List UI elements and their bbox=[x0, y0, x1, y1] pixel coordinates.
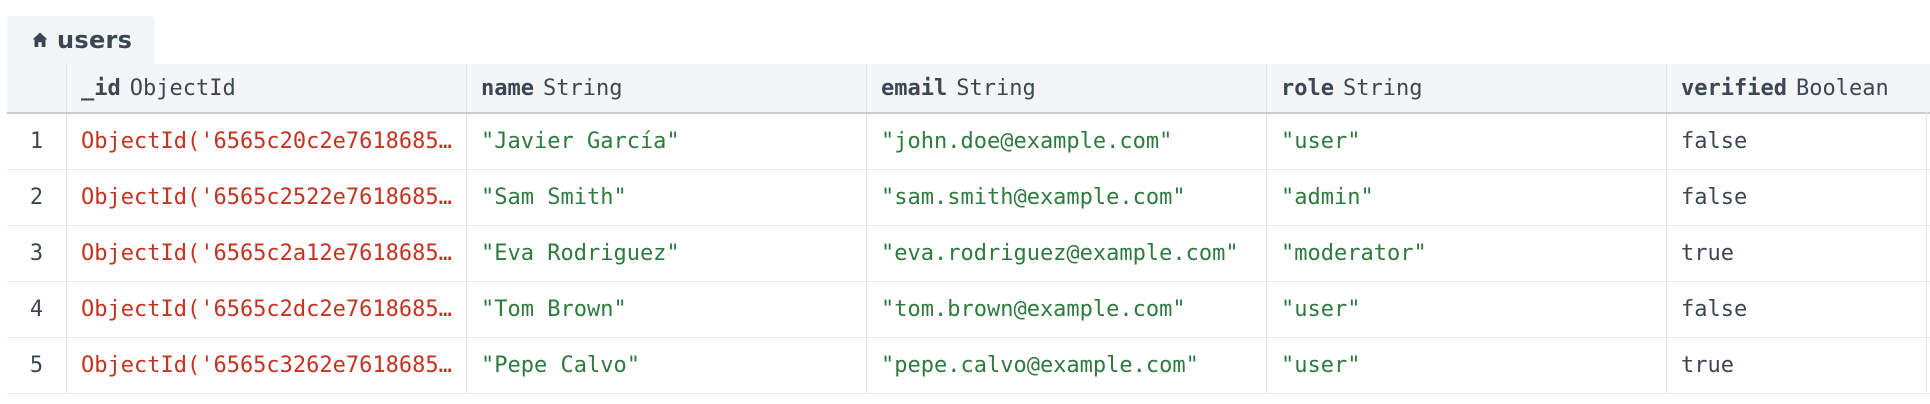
email-cell[interactable]: "eva.rodriguez@example.com" bbox=[867, 226, 1267, 281]
email-cell[interactable]: "pepe.calvo@example.com" bbox=[867, 338, 1267, 393]
column-header-verified[interactable]: verified Boolean bbox=[1667, 64, 1930, 112]
column-field-type: String bbox=[1342, 75, 1423, 101]
verified-cell[interactable]: false bbox=[1667, 170, 1930, 225]
objectid-value: ObjectId('6565c2522e7618685… bbox=[81, 185, 452, 210]
id-cell[interactable]: ObjectId('6565c2522e7618685… bbox=[67, 170, 467, 225]
verified-cell[interactable]: false bbox=[1667, 282, 1930, 337]
row-number: 2 bbox=[7, 170, 67, 225]
column-field-name: email bbox=[881, 75, 948, 101]
column-field-type: Boolean bbox=[1795, 75, 1889, 101]
row-number-header bbox=[7, 64, 67, 112]
column-field-name: _id bbox=[81, 75, 121, 101]
table-header: _id ObjectId name String email String ro… bbox=[7, 64, 1930, 114]
id-cell[interactable]: ObjectId('6565c2dc2e7618685… bbox=[67, 282, 467, 337]
role-cell[interactable]: "admin" bbox=[1267, 170, 1667, 225]
tab-label: users bbox=[57, 26, 133, 54]
column-header-email[interactable]: email String bbox=[867, 64, 1267, 112]
documents-table: _id ObjectId name String email String ro… bbox=[7, 64, 1930, 394]
column-field-name: name bbox=[481, 75, 534, 101]
table-row[interactable]: 2 ObjectId('6565c2522e7618685… "Sam Smit… bbox=[7, 170, 1930, 226]
name-cell[interactable]: "Tom Brown" bbox=[467, 282, 867, 337]
verified-cell[interactable]: true bbox=[1667, 338, 1930, 393]
column-field-type: String bbox=[956, 75, 1036, 101]
table-row[interactable]: 3 ObjectId('6565c2a12e7618685… "Eva Rodr… bbox=[7, 226, 1930, 282]
column-field-type: ObjectId bbox=[129, 75, 236, 101]
row-number: 4 bbox=[7, 282, 67, 337]
name-cell[interactable]: "Eva Rodriguez" bbox=[467, 226, 867, 281]
column-field-type: String bbox=[542, 75, 623, 101]
home-icon bbox=[31, 27, 57, 53]
role-cell[interactable]: "user" bbox=[1267, 338, 1667, 393]
table-right-border bbox=[1926, 112, 1927, 392]
column-field-name: role bbox=[1281, 75, 1334, 101]
column-header-role[interactable]: role String bbox=[1267, 64, 1667, 112]
role-cell[interactable]: "moderator" bbox=[1267, 226, 1667, 281]
row-number: 3 bbox=[7, 226, 67, 281]
name-cell[interactable]: "Sam Smith" bbox=[467, 170, 867, 225]
column-header-id[interactable]: _id ObjectId bbox=[67, 64, 467, 112]
name-cell[interactable]: "Pepe Calvo" bbox=[467, 338, 867, 393]
role-cell[interactable]: "user" bbox=[1267, 282, 1667, 337]
id-cell[interactable]: ObjectId('6565c2a12e7618685… bbox=[67, 226, 467, 281]
email-cell[interactable]: "tom.brown@example.com" bbox=[867, 282, 1267, 337]
id-cell[interactable]: ObjectId('6565c20c2e7618685… bbox=[67, 114, 467, 169]
row-number: 5 bbox=[7, 338, 67, 393]
name-cell[interactable]: "Javier García" bbox=[467, 114, 867, 169]
role-cell[interactable]: "user" bbox=[1267, 114, 1667, 169]
verified-cell[interactable]: true bbox=[1667, 226, 1930, 281]
objectid-value: ObjectId('6565c20c2e7618685… bbox=[81, 129, 452, 154]
table-row[interactable]: 5 ObjectId('6565c3262e7618685… "Pepe Cal… bbox=[7, 338, 1930, 394]
row-number: 1 bbox=[7, 114, 67, 169]
objectid-value: ObjectId('6565c2dc2e7618685… bbox=[81, 297, 452, 322]
email-cell[interactable]: "john.doe@example.com" bbox=[867, 114, 1267, 169]
table-row[interactable]: 4 ObjectId('6565c2dc2e7618685… "Tom Brow… bbox=[7, 282, 1930, 338]
objectid-value: ObjectId('6565c2a12e7618685… bbox=[81, 241, 452, 266]
collection-tab-users[interactable]: users bbox=[7, 16, 155, 64]
table-row[interactable]: 1 ObjectId('6565c20c2e7618685… "Javier G… bbox=[7, 114, 1930, 170]
email-cell[interactable]: "sam.smith@example.com" bbox=[867, 170, 1267, 225]
objectid-value: ObjectId('6565c3262e7618685… bbox=[81, 353, 452, 378]
column-field-name: verified bbox=[1681, 75, 1787, 101]
id-cell[interactable]: ObjectId('6565c3262e7618685… bbox=[67, 338, 467, 393]
column-header-name[interactable]: name String bbox=[467, 64, 867, 112]
verified-cell[interactable]: false bbox=[1667, 114, 1930, 169]
